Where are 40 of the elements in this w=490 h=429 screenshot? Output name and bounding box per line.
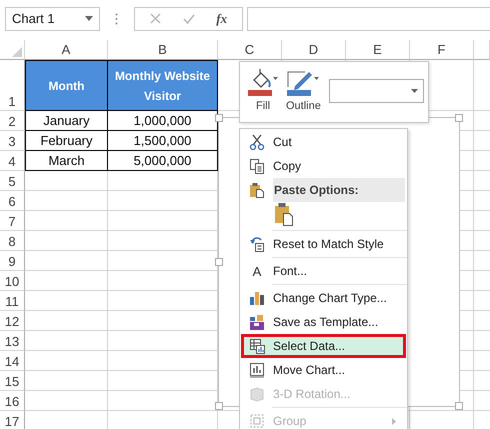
- reset-icon: [249, 236, 265, 252]
- table-cell: March: [25, 151, 108, 171]
- cube-icon: [249, 386, 265, 402]
- fill-button[interactable]: Fill: [248, 68, 278, 112]
- paste-button[interactable]: [274, 202, 294, 229]
- drag-handle-icon[interactable]: [115, 12, 118, 24]
- cancel-icon[interactable]: [150, 13, 161, 24]
- formula-field[interactable]: [247, 6, 490, 30]
- header-cell: Month: [25, 60, 108, 111]
- menu-item[interactable]: Copy: [241, 154, 406, 178]
- menu-item[interactable]: Save as Template...: [241, 310, 406, 334]
- column-header[interactable]: [474, 40, 490, 60]
- select-all-icon[interactable]: [12, 47, 22, 57]
- save-template-icon: [249, 314, 265, 330]
- menu-item[interactable]: A Font...: [241, 259, 406, 283]
- move-chart-icon: [249, 362, 265, 378]
- name-box-value: Chart 1: [12, 11, 55, 26]
- scissors-icon: [249, 134, 265, 150]
- menu-item[interactable]: Reset to Match Style: [241, 232, 406, 256]
- menu-item[interactable]: Change Chart Type...: [241, 286, 406, 310]
- table-cell: January: [25, 111, 108, 131]
- check-icon[interactable]: [182, 14, 195, 24]
- paste-options-heading: Paste Options:: [273, 178, 405, 202]
- clipboard-icon: [249, 182, 265, 198]
- outline-button[interactable]: Outline: [286, 68, 321, 112]
- font-icon: A: [252, 264, 262, 278]
- table-chart-icon: [249, 338, 265, 354]
- menu-item[interactable]: Select Data...: [241, 334, 406, 358]
- header-cell: Monthly Website Visitor: [108, 60, 218, 111]
- clipboard-icon: [274, 202, 294, 226]
- insert-function-button[interactable]: fx: [216, 10, 228, 26]
- dropdown-icon[interactable]: [85, 16, 93, 21]
- dropdown-icon[interactable]: [410, 89, 418, 93]
- menu-item[interactable]: Move Chart...: [241, 358, 406, 382]
- copy-icon: [249, 158, 265, 174]
- bar-chart-icon: [249, 290, 265, 306]
- table-cell: February: [25, 131, 108, 151]
- menu-item[interactable]: Cut: [241, 130, 406, 154]
- name-box[interactable]: Chart 1: [5, 6, 100, 30]
- paint-bucket-icon: [248, 68, 278, 96]
